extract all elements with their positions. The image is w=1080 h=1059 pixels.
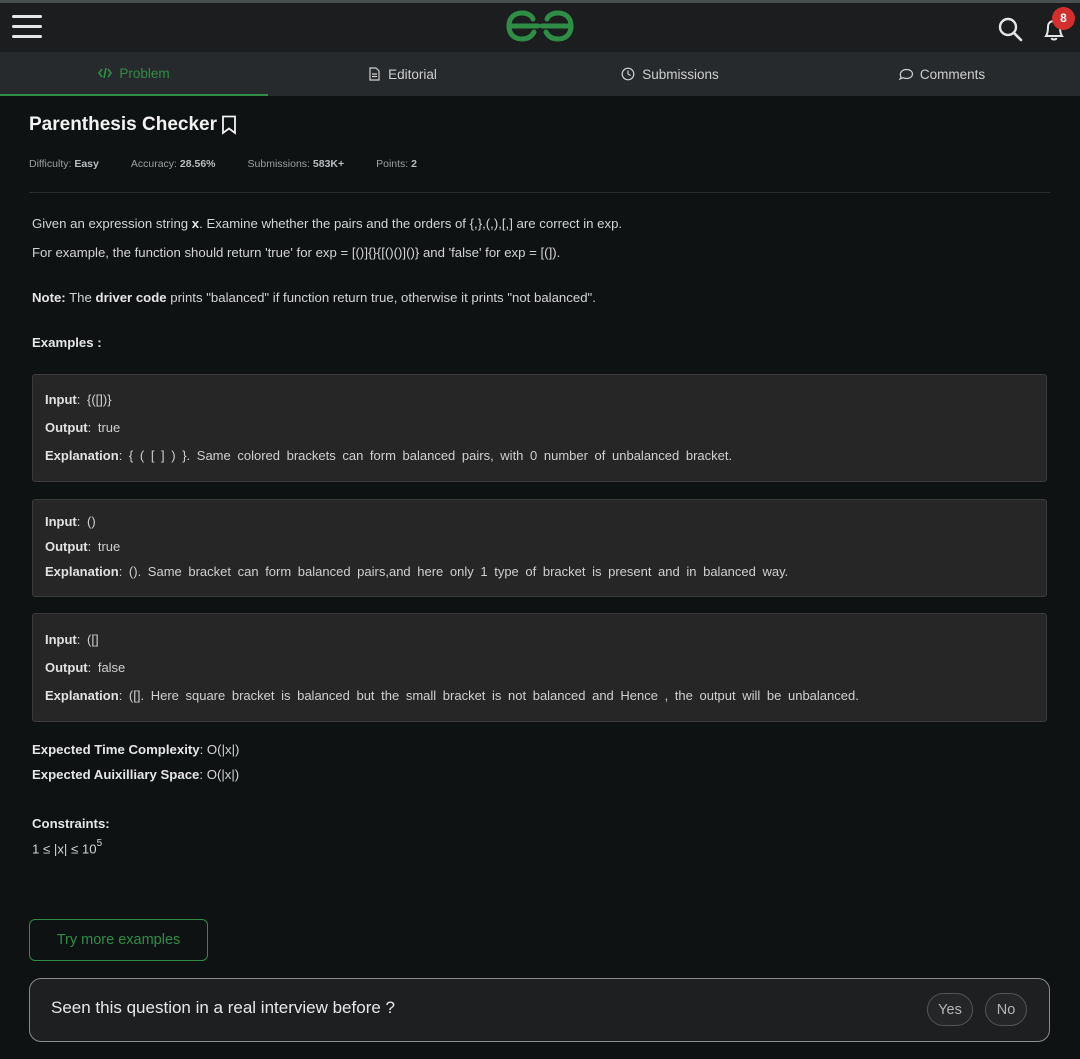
example-box: Input: () Output: true Explanation: (). … [32, 499, 1047, 597]
example-box: Input: ([] Output: false Explanation: ([… [32, 613, 1047, 722]
tab-label: Comments [919, 66, 986, 82]
tab-label: Submissions [642, 66, 719, 82]
tab-label: Problem [119, 65, 170, 81]
accuracy-stat: Accuracy: 28.56% [130, 158, 216, 170]
notification-badge: 8 [1052, 7, 1075, 30]
problem-title: Parenthesis Checker [29, 114, 237, 136]
example-box: Input: {([])} Output: true Explanation: … [32, 374, 1047, 482]
space-complexity: Expected Auixilliary Space: O(|x|) [32, 767, 240, 782]
menu-icon[interactable] [12, 15, 42, 39]
description-line-2: For example, the function should return … [32, 245, 561, 260]
examples-heading: Examples : [32, 335, 102, 350]
note: Note: The driver code prints "balanced" … [32, 290, 596, 305]
interview-question: Seen this question in a real interview b… [51, 998, 395, 1017]
divider [29, 192, 1050, 193]
constraints-heading: Constraints: [32, 816, 110, 831]
tab-problem[interactable]: Problem [0, 52, 268, 96]
comment-icon [898, 68, 913, 81]
top-bar: 8 [0, 0, 1080, 52]
time-complexity: Expected Time Complexity: O(|x|) [32, 742, 240, 757]
yes-button[interactable]: Yes [927, 993, 973, 1026]
code-icon [98, 67, 113, 79]
constraints-value: 1 ≤ |x| ≤ 105 [32, 838, 103, 857]
difficulty-stat: Difficulty: Easy [29, 158, 99, 170]
tab-label: Editorial [388, 66, 437, 82]
clock-icon [621, 67, 635, 81]
interview-prompt: Seen this question in a real interview b… [29, 978, 1050, 1042]
submissions-stat: Submissions: 583K+ [247, 158, 345, 170]
gfg-logo[interactable] [505, 7, 575, 45]
tab-comments[interactable]: Comments [804, 52, 1080, 96]
try-more-examples-button[interactable]: Try more examples [29, 919, 208, 961]
description-line-1: Given an expression string x. Examine wh… [32, 216, 623, 231]
problem-meta: Difficulty: Easy Accuracy: 28.56% Submis… [29, 158, 449, 170]
search-icon[interactable] [996, 15, 1024, 43]
tab-editorial[interactable]: Editorial [268, 52, 536, 96]
document-icon [369, 67, 380, 81]
points-stat: Points: 2 [376, 158, 417, 170]
problem-title-text: Parenthesis Checker [29, 114, 217, 135]
bookmark-icon[interactable] [221, 115, 237, 135]
tab-bar: Problem Editorial Submissions Comments [0, 52, 1080, 96]
tab-submissions[interactable]: Submissions [536, 52, 804, 96]
no-button[interactable]: No [985, 993, 1027, 1026]
